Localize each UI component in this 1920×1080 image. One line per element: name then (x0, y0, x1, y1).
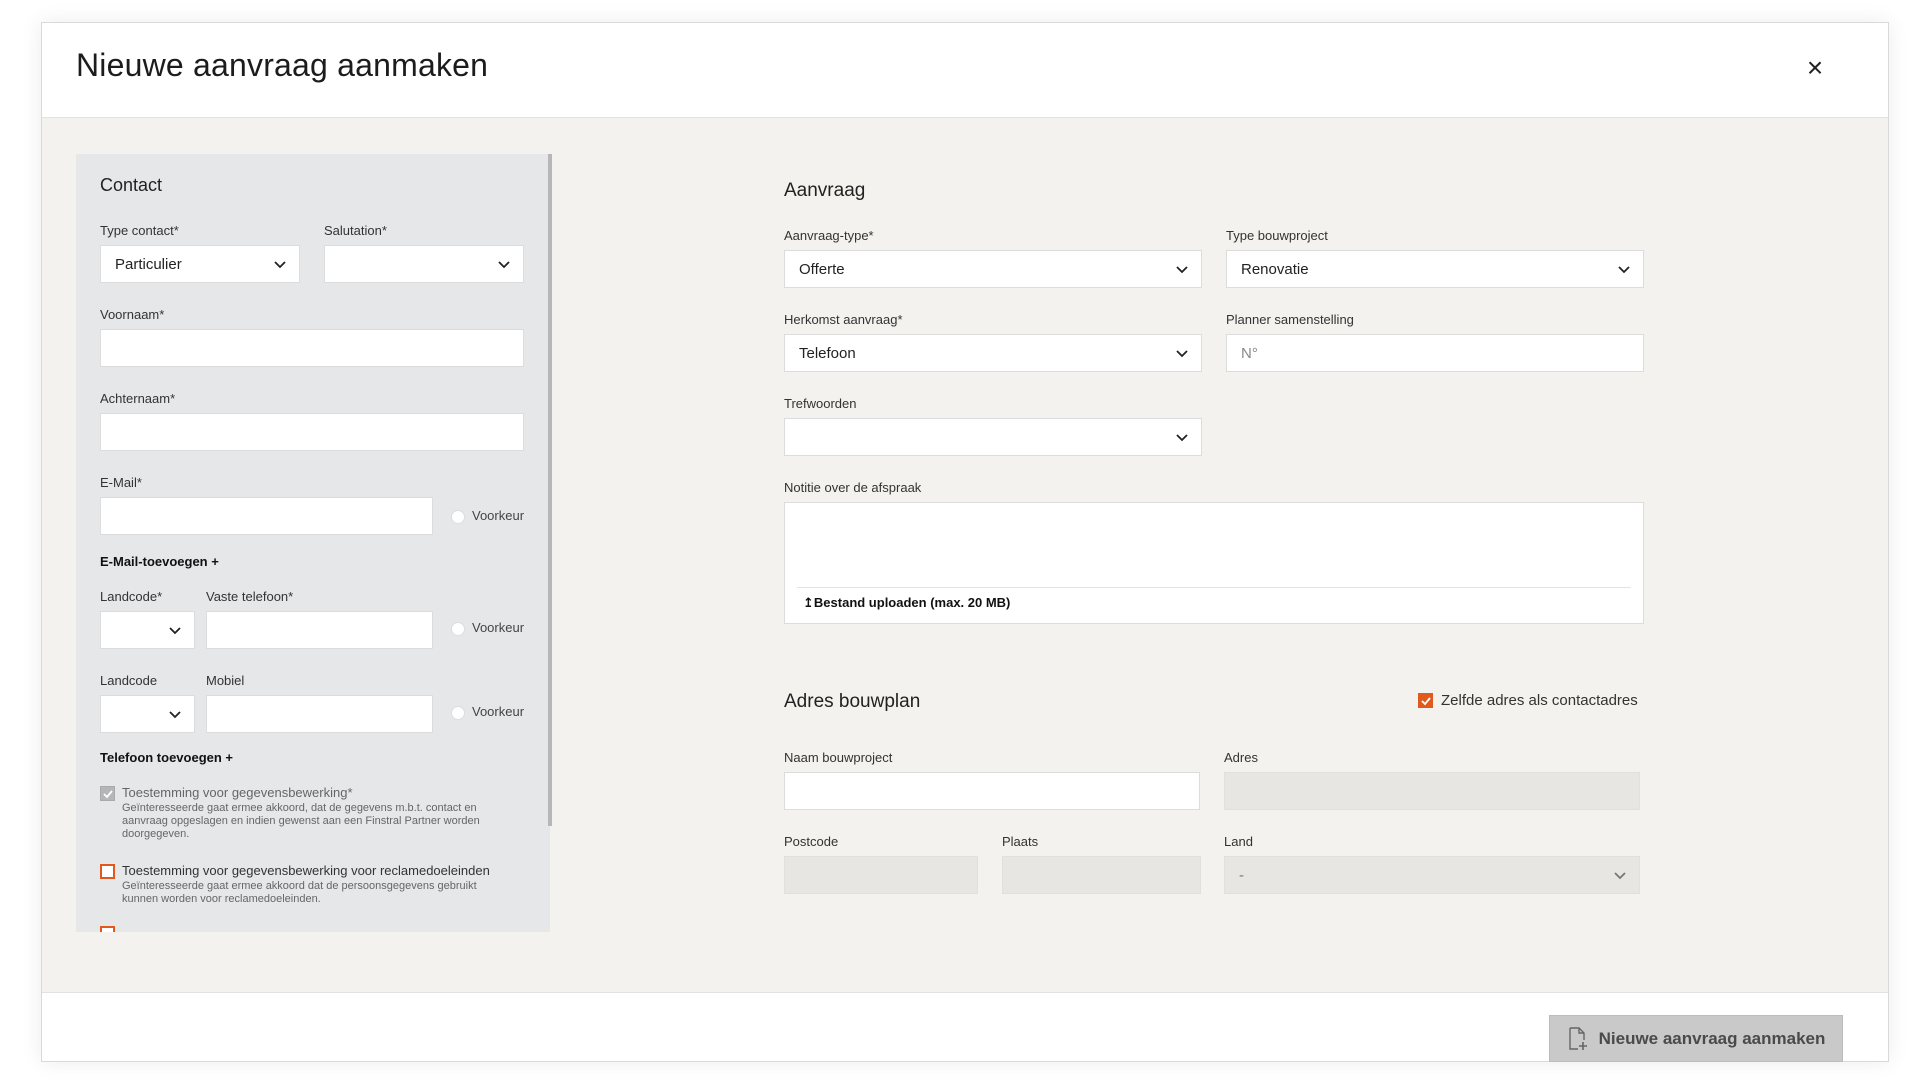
type-bouwproject-select[interactable]: Renovatie (1226, 250, 1644, 288)
upload-label: Bestand uploaden (max. 20 MB) (813, 595, 1011, 610)
type-contact-label: Type contact* (100, 223, 179, 238)
consent-marketing-checkbox[interactable] (100, 864, 115, 879)
land-label: Land (1224, 834, 1253, 849)
adres-bouwplan-title: Adres bouwplan (784, 691, 921, 712)
type-contact-select[interactable]: Particulier (100, 245, 300, 283)
voornaam-label: Voornaam* (100, 307, 165, 322)
create-request-button[interactable]: Nieuwe aanvraag aanmaken (1549, 1015, 1843, 1062)
herkomst-label: Herkomst aanvraag* (784, 312, 903, 327)
same-address-label: Zelfde adres als contactadres (1441, 692, 1638, 709)
chevron-down-icon (169, 627, 181, 635)
checkmark-icon (103, 790, 113, 799)
planner-label: Planner samenstelling (1226, 312, 1354, 327)
create-request-label: Nieuwe aanvraag aanmaken (1598, 1028, 1826, 1048)
add-email-link[interactable]: E-Mail-toevoegen + (100, 554, 219, 569)
trefwoorden-select[interactable] (784, 418, 1202, 456)
new-request-modal: Nieuwe aanvraag aanmaken × Contact Type … (41, 22, 1889, 1062)
plaats-label: Plaats (1002, 834, 1039, 849)
modal-body: Contact Type contact* Particulier Saluta… (42, 118, 1888, 992)
upload-divider (797, 587, 1631, 588)
type-contact-value: Particulier (115, 255, 182, 273)
herkomst-select[interactable]: Telefoon (784, 334, 1202, 372)
chevron-down-icon (1614, 872, 1626, 880)
trefwoorden-label: Trefwoorden (784, 396, 857, 411)
email-input[interactable] (100, 497, 433, 535)
chevron-down-icon (1176, 350, 1188, 358)
land-value: - (1239, 866, 1244, 884)
planner-placeholder: N° (1241, 344, 1258, 362)
phone-preference-label: Voorkeur (472, 620, 525, 635)
document-add-icon (1567, 1026, 1589, 1051)
consent-marketing-text: Geïnteresseerde gaat ermee akkoord dat d… (122, 880, 477, 905)
chevron-down-icon (1176, 434, 1188, 442)
mobile-preference-label: Voorkeur (472, 704, 525, 719)
consent-data-processing-text: Geïnteresseerde gaat ermee akkoord, dat … (122, 802, 480, 840)
modal-header: Nieuwe aanvraag aanmaken × (42, 23, 1888, 118)
chevron-down-icon (1176, 266, 1188, 274)
consent-data-processing-title: Toestemming voor gegevensbewerking* (122, 785, 353, 800)
mobiel-label: Mobiel (206, 673, 245, 688)
upload-file-link[interactable]: ↥Bestand uploaden (max. 20 MB) (803, 595, 1010, 611)
consent-extra-checkbox[interactable] (100, 926, 115, 932)
modal-title: Nieuwe aanvraag aanmaken (76, 47, 489, 83)
checkmark-icon (1421, 697, 1431, 706)
postcode-label: Postcode (784, 834, 839, 849)
email-preference-radio[interactable] (451, 510, 465, 524)
voornaam-input[interactable] (100, 329, 524, 367)
land-select[interactable]: - (1224, 856, 1640, 894)
naam-bouwproject-input[interactable] (784, 772, 1200, 810)
vaste-telefoon-label: Vaste telefoon* (206, 589, 294, 604)
email-preference-label: Voorkeur (472, 508, 525, 523)
modal-footer: Nieuwe aanvraag aanmaken (42, 992, 1888, 1062)
consent-data-processing-checkbox[interactable] (100, 786, 115, 801)
chevron-down-icon (498, 261, 510, 269)
herkomst-value: Telefoon (799, 344, 856, 362)
email-label: E-Mail* (100, 475, 142, 490)
type-bouwproject-value: Renovatie (1241, 260, 1309, 278)
landcode1-select[interactable] (100, 611, 195, 649)
achternaam-input[interactable] (100, 413, 524, 451)
chevron-down-icon (1618, 266, 1630, 274)
aanvraag-type-value: Offerte (799, 260, 845, 278)
postcode-input[interactable] (784, 856, 978, 894)
type-bouwproject-label: Type bouwproject (1226, 228, 1328, 243)
chevron-down-icon (274, 261, 286, 269)
salutation-label: Salutation* (324, 223, 387, 238)
planner-input[interactable]: N° (1226, 334, 1644, 372)
mobiel-input[interactable] (206, 695, 433, 733)
upload-icon: ↥ (803, 595, 814, 610)
landcode1-label: Landcode* (100, 589, 163, 604)
adres-label: Adres (1224, 750, 1258, 765)
contact-title: Contact (100, 175, 163, 195)
same-address-checkbox[interactable] (1418, 693, 1433, 708)
notitie-label: Notitie over de afspraak (784, 480, 922, 495)
achternaam-label: Achternaam* (100, 391, 176, 406)
plaats-input[interactable] (1002, 856, 1201, 894)
contact-scrollbar[interactable] (548, 154, 552, 826)
adres-input[interactable] (1224, 772, 1640, 810)
landcode2-select[interactable] (100, 695, 195, 733)
vaste-telefoon-input[interactable] (206, 611, 433, 649)
notitie-textarea[interactable]: ↥Bestand uploaden (max. 20 MB) (784, 502, 1644, 624)
aanvraag-type-label: Aanvraag-type* (784, 228, 874, 243)
contact-panel: Contact Type contact* Particulier Saluta… (76, 154, 550, 932)
consent-marketing-title: Toestemming voor gegevensbewerking voor … (122, 863, 490, 878)
naam-bouwproject-label: Naam bouwproject (784, 750, 893, 765)
close-icon[interactable]: × (1800, 53, 1830, 83)
chevron-down-icon (169, 711, 181, 719)
landcode2-label: Landcode (100, 673, 158, 688)
mobile-preference-radio[interactable] (451, 706, 465, 720)
salutation-select[interactable] (324, 245, 524, 283)
aanvraag-title: Aanvraag (784, 180, 866, 201)
phone-preference-radio[interactable] (451, 622, 465, 636)
add-phone-link[interactable]: Telefoon toevoegen + (100, 750, 233, 765)
aanvraag-type-select[interactable]: Offerte (784, 250, 1202, 288)
